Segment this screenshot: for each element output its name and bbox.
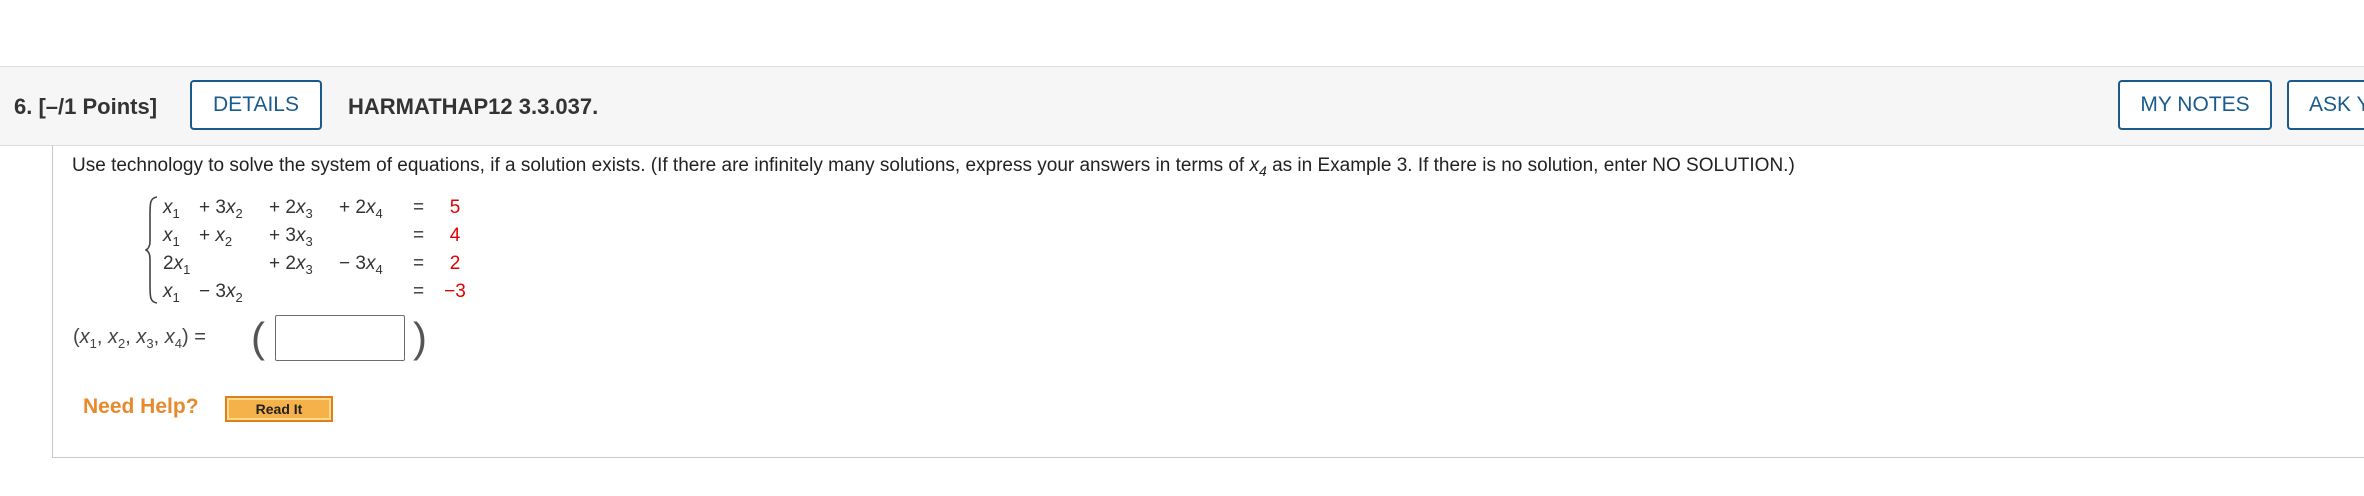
prompt-var: x [1249, 155, 1260, 176]
answer-var-sub: 4 [174, 336, 182, 351]
equation-term: − 3x4 [339, 253, 383, 277]
equation-row: 2x1 + 2x3 − 3x4 = 2 [145, 253, 505, 279]
equals-sign: = [413, 225, 425, 246]
ask-your-teacher-button[interactable]: ASK Y [2287, 80, 2364, 130]
answer-var: x [79, 326, 90, 348]
equation-term: x1 [163, 225, 180, 249]
answer-var-sub: 1 [89, 336, 97, 351]
equation-system: x1 + 3x2 + 2x3 + 2x4 = 5 x1 + x2 + 3x3 = 4 2x1 + 2x3… [145, 195, 505, 305]
equation-term: + 2x3 [269, 197, 313, 221]
equation-term: + 2x3 [269, 253, 313, 277]
equation-rhs: 4 [449, 225, 461, 246]
question-prompt: Use technology to solve the system of eq… [72, 155, 1795, 179]
answer-open-paren-large: ( [251, 314, 265, 361]
equation-rhs: 2 [449, 253, 461, 274]
answer-close-eq: ) = [181, 326, 206, 348]
equals-sign: = [413, 197, 425, 218]
equation-term: x1 [163, 197, 180, 221]
answer-close-paren-large: ) [413, 314, 427, 361]
question-header: 6. [–/1 Points] DETAILS HARMATHAP12 3.3.… [0, 66, 2364, 146]
answer-var-sub: 2 [118, 336, 126, 351]
equation-rhs: 5 [449, 197, 461, 218]
equation-term: − 3x2 [199, 281, 243, 305]
equation-term: 2x1 [163, 253, 191, 277]
answer-var: x [108, 326, 119, 348]
answer-open-paren: ( [73, 326, 80, 348]
equation-term: + x2 [199, 225, 233, 249]
need-help-label: Need Help? [83, 395, 199, 418]
question-body: Use technology to solve the system of eq… [52, 145, 2364, 458]
equation-row: x1 + x2 + 3x3 = 4 [145, 225, 505, 251]
equation-row: x1 − 3x2 = −3 [145, 281, 505, 307]
prompt-text-start: Use technology to solve the system of eq… [72, 155, 1250, 176]
prompt-variable: x4 [1249, 155, 1267, 179]
equation-row: x1 + 3x2 + 2x3 + 2x4 = 5 [145, 197, 505, 223]
answer-var-list: x1, x2, x3, x4 [79, 326, 182, 351]
equals-sign: = [413, 253, 425, 274]
answer-var: x [136, 326, 147, 348]
question-points: 6. [–/1 Points] [14, 94, 157, 120]
equation-term: + 3x2 [199, 197, 243, 221]
equation-term: + 3x3 [269, 225, 313, 249]
equals-sign: = [413, 281, 425, 302]
points-label: [–/1 Points] [38, 94, 158, 119]
answer-input[interactable] [275, 315, 405, 361]
question-number: 6. [14, 94, 33, 119]
equation-term: x1 [163, 281, 180, 305]
equation-term: + 2x4 [339, 197, 383, 221]
answer-var: x [164, 326, 175, 348]
prompt-text-end: as in Example 3. If there is no solution… [1266, 155, 1795, 176]
my-notes-button[interactable]: MY NOTES [2118, 80, 2272, 130]
read-it-button[interactable]: Read It [225, 396, 333, 422]
answer-variables: (x1, x2, x3, x4) = [73, 326, 206, 351]
details-button[interactable]: DETAILS [190, 80, 322, 130]
prompt-var-sub: 4 [1259, 162, 1267, 179]
equation-rhs: −3 [444, 281, 466, 302]
answer-var-sub: 3 [146, 336, 154, 351]
question-code: HARMATHAP12 3.3.037. [348, 94, 599, 119]
